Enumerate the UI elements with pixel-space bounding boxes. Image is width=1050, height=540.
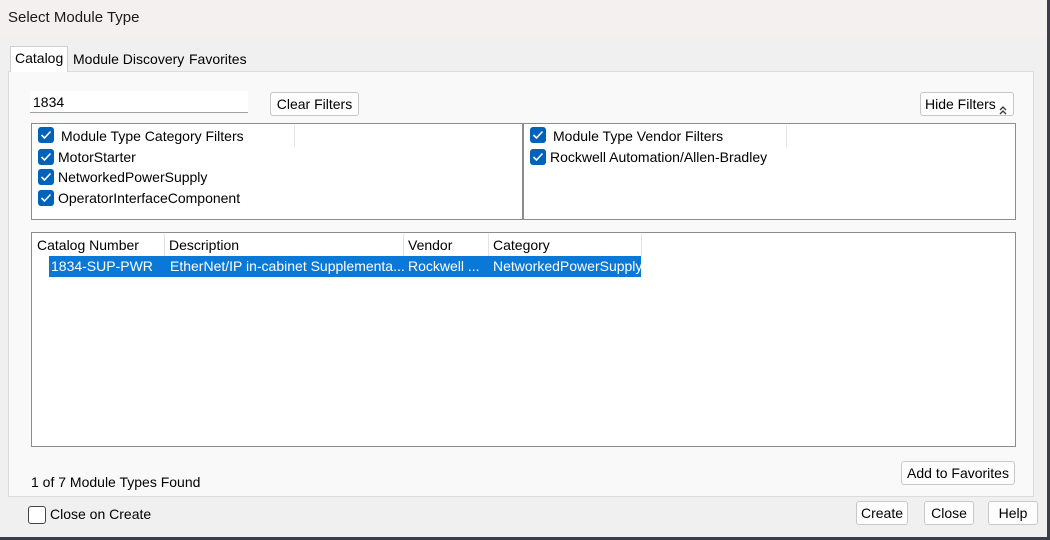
- close-on-create-label: Close on Create: [50, 506, 152, 522]
- results-count-status: 1 of 7 Module Types Found: [31, 474, 201, 490]
- filter-label-motorstarter: MotorStarter: [58, 149, 136, 165]
- networkedpowersupply-checkbox[interactable]: [38, 169, 54, 185]
- tab-module-discovery[interactable]: Module Discovery: [68, 47, 189, 71]
- vendor-filters-header: Module Type Vendor Filters: [553, 128, 724, 144]
- filter-label-operatorinterfacecomponent: OperatorInterfaceComponent: [58, 190, 241, 206]
- rockwell-vendor-checkbox[interactable]: [530, 149, 546, 165]
- column-divider[interactable]: [641, 234, 642, 256]
- create-button[interactable]: Create: [856, 501, 908, 525]
- column-header-category[interactable]: Category: [493, 237, 550, 253]
- motorstarter-checkbox[interactable]: [38, 149, 54, 165]
- vendor-filters-header-checkbox[interactable]: [530, 127, 546, 143]
- category-filters-header-checkbox[interactable]: [38, 127, 54, 143]
- cell-vendor: Rockwell ...: [408, 258, 480, 274]
- help-button[interactable]: Help: [988, 501, 1038, 525]
- column-divider[interactable]: [403, 234, 404, 256]
- check-icon: [40, 130, 52, 140]
- check-icon: [40, 193, 52, 203]
- header-divider: [294, 126, 295, 147]
- cell-description: EtherNet/IP in-cabinet Supplementa...: [170, 258, 405, 274]
- dialog-title: Select Module Type: [8, 9, 140, 26]
- check-icon: [40, 172, 52, 182]
- select-module-type-dialog: Select Module Type Catalog Module Discov…: [0, 0, 1050, 540]
- clear-filters-button[interactable]: Clear Filters: [270, 92, 359, 116]
- operatorinterfacecomponent-checkbox[interactable]: [38, 190, 54, 206]
- catalog-search-input[interactable]: [30, 91, 248, 113]
- check-icon: [532, 152, 544, 162]
- column-header-vendor[interactable]: Vendor: [408, 237, 452, 253]
- close-button[interactable]: Close: [924, 501, 974, 525]
- hide-filters-button[interactable]: Hide Filters: [920, 92, 1014, 116]
- category-filters-header: Module Type Category Filters: [61, 128, 244, 144]
- vendor-filters-panel: Module Type Vendor Filters Rockwell Auto…: [523, 123, 1016, 220]
- cell-category: NetworkedPowerSupply: [493, 258, 641, 274]
- add-to-favorites-button[interactable]: Add to Favorites: [901, 461, 1015, 485]
- chevron-double-up-icon: [999, 99, 1007, 121]
- header-divider: [786, 126, 787, 147]
- filter-label-rockwell: Rockwell Automation/Allen-Bradley: [550, 149, 768, 165]
- table-row[interactable]: 1834-SUP-PWR EtherNet/IP in-cabinet Supp…: [49, 256, 641, 277]
- hide-filters-label: Hide Filters: [925, 96, 996, 112]
- check-icon: [40, 152, 52, 162]
- close-on-create-checkbox[interactable]: [28, 506, 46, 524]
- title-bar: Select Module Type: [0, 0, 1047, 37]
- tab-catalog[interactable]: Catalog: [10, 46, 69, 72]
- cell-catalog-number: 1834-SUP-PWR: [51, 258, 153, 274]
- column-divider[interactable]: [488, 234, 489, 256]
- check-icon: [532, 130, 544, 140]
- tab-favorites[interactable]: Favorites: [184, 47, 252, 71]
- category-filters-panel: Module Type Category Filters MotorStarte…: [31, 123, 523, 220]
- column-divider[interactable]: [164, 234, 165, 256]
- filter-label-networkedpowersupply: NetworkedPowerSupply: [58, 169, 208, 185]
- column-header-catalog-number[interactable]: Catalog Number: [37, 237, 139, 253]
- results-table: Catalog Number Description Vendor Catego…: [31, 232, 1016, 447]
- column-header-description[interactable]: Description: [169, 237, 239, 253]
